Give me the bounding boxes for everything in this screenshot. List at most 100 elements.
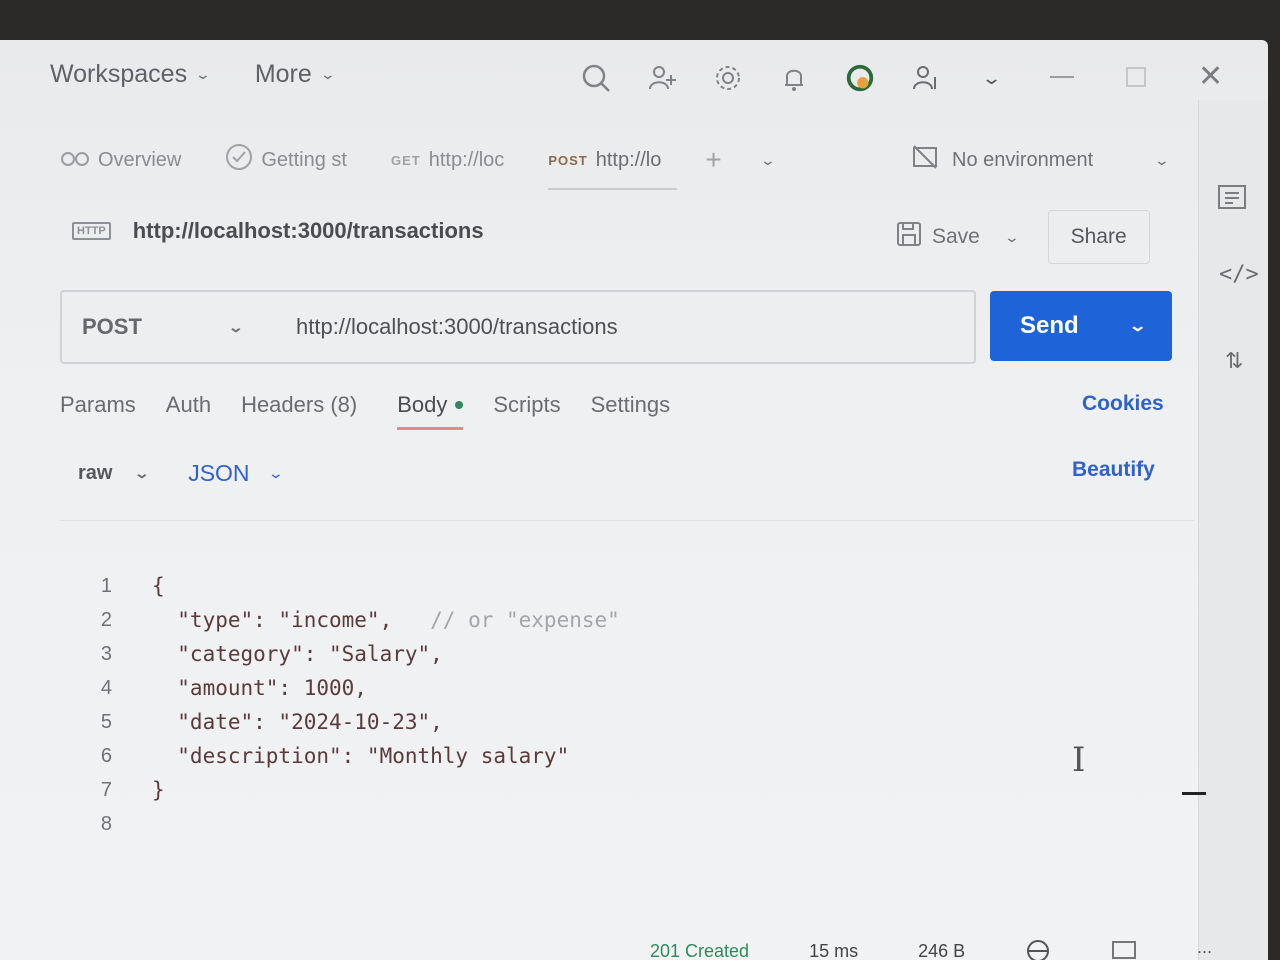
code-line: 2 "type": "income", // or "expense" bbox=[60, 603, 620, 637]
code-text: "type": "income", // or "expense" bbox=[152, 608, 620, 632]
invite-user-icon[interactable] bbox=[646, 62, 678, 94]
code-text: } bbox=[152, 778, 165, 802]
right-sidebar: </> ⇅ bbox=[1198, 100, 1268, 960]
line-number: 7 bbox=[100, 778, 112, 801]
code-line: 5 "date": "2024-10-23", bbox=[60, 705, 443, 739]
response-time: 15 ms bbox=[809, 941, 859, 960]
environment-label: No environment bbox=[952, 148, 1094, 171]
body-options: raw ⌄ JSON ⌄ bbox=[78, 460, 284, 487]
network-icon[interactable] bbox=[1025, 938, 1051, 960]
request-header: HTTP http://localhost:3000/transactions bbox=[72, 218, 484, 244]
line-number: 5 bbox=[100, 710, 112, 733]
tabs-overflow-chevron-icon[interactable]: ⌄ bbox=[759, 138, 775, 182]
tab-overview[interactable]: Overview bbox=[60, 138, 181, 182]
body-editor[interactable]: 1 { 2 "type": "income", // or "expense" … bbox=[60, 520, 1194, 960]
save-options-chevron-icon[interactable]: ⌄ bbox=[1004, 229, 1020, 246]
body-format-label: JSON bbox=[188, 460, 250, 486]
line-number: 1 bbox=[100, 574, 112, 597]
code-line: 3 "category": "Salary", bbox=[60, 637, 443, 671]
body-mode-select[interactable]: raw ⌄ bbox=[78, 462, 151, 485]
new-tab-button[interactable]: + bbox=[705, 138, 721, 182]
chevron-down-icon: ⌄ bbox=[194, 66, 212, 82]
http-icon: HTTP bbox=[72, 222, 111, 240]
tab-label: Scripts bbox=[493, 392, 561, 417]
line-number: 6 bbox=[100, 744, 112, 767]
environment-selector[interactable]: No environment ⌄ bbox=[912, 144, 1170, 176]
tab-getting-started[interactable]: Getting st bbox=[225, 138, 347, 182]
tab-label: http://lo bbox=[595, 148, 662, 171]
tab-scripts[interactable]: Scripts bbox=[493, 392, 560, 418]
tab-body[interactable]: Body bbox=[397, 392, 464, 430]
status-code: 201 Created bbox=[650, 941, 750, 960]
workspaces-menu[interactable]: Workspaces ⌄ bbox=[50, 60, 212, 89]
sync-icon[interactable] bbox=[844, 62, 876, 94]
tab-label: Settings bbox=[590, 392, 671, 417]
more-menu[interactable]: More ⌄ bbox=[255, 60, 336, 89]
tab-label: Overview bbox=[98, 148, 182, 171]
tab-get-request[interactable]: GET http://loc bbox=[391, 138, 504, 182]
close-icon[interactable]: ✕ bbox=[1198, 62, 1223, 92]
tab-params[interactable]: Params bbox=[60, 392, 136, 418]
method-label: POST bbox=[82, 314, 142, 339]
save-share-group: Save ⌄ Share bbox=[896, 210, 1150, 264]
gear-icon[interactable] bbox=[712, 62, 744, 94]
check-circle-icon bbox=[225, 143, 253, 177]
swap-icon[interactable]: ⇅ bbox=[1225, 348, 1243, 374]
maximize-icon[interactable] bbox=[1126, 67, 1146, 87]
send-button[interactable]: Send ⌄ bbox=[990, 291, 1172, 361]
more-options-icon[interactable]: ∙∙∙ bbox=[1197, 941, 1212, 960]
code-icon[interactable]: </> bbox=[1219, 262, 1259, 287]
postman-window: </> ⇅ Workspaces ⌄ More ⌄ ⌄ ✕ Overview G… bbox=[0, 40, 1268, 960]
chevron-down-icon: ⌄ bbox=[267, 465, 284, 481]
title-menu: Workspaces ⌄ More ⌄ bbox=[50, 60, 336, 89]
code-content: "category": "Salary", bbox=[152, 642, 443, 666]
body-mode-label: raw bbox=[78, 462, 113, 484]
chevron-down-icon: ⌄ bbox=[134, 465, 151, 481]
code-comment: // or "expense" bbox=[392, 608, 620, 632]
response-size: 246 B bbox=[918, 941, 966, 960]
code-text: "category": "Salary", bbox=[152, 642, 443, 666]
send-options-chevron-icon[interactable]: ⌄ bbox=[1128, 316, 1147, 336]
tab-post-request[interactable]: POST http://lo bbox=[548, 138, 678, 190]
line-number: 8 bbox=[100, 812, 112, 835]
save-button[interactable]: Save bbox=[896, 221, 980, 253]
request-subtabs: Params Auth Headers (8) Body Scripts Set… bbox=[60, 392, 671, 430]
cookies-link[interactable]: Cookies bbox=[1082, 392, 1164, 416]
share-button[interactable]: Share bbox=[1047, 210, 1150, 264]
code-content: "description": "Monthly salary" bbox=[152, 744, 570, 768]
body-format-select[interactable]: JSON ⌄ bbox=[188, 460, 284, 487]
docs-icon[interactable] bbox=[1217, 184, 1247, 217]
scroll-indicator[interactable] bbox=[1182, 792, 1206, 795]
tab-label: Params bbox=[60, 392, 136, 417]
method-select[interactable]: POST ⌄ bbox=[62, 314, 272, 340]
chevron-down-icon: ⌄ bbox=[227, 318, 245, 335]
body-indicator-dot bbox=[455, 401, 464, 409]
text-cursor-icon: I bbox=[1072, 740, 1086, 780]
minimize-icon[interactable] bbox=[1050, 76, 1074, 78]
chevron-down-icon[interactable]: ⌄ bbox=[976, 62, 1008, 94]
line-number: 3 bbox=[100, 642, 112, 665]
response-status: 201 Created 15 ms 246 B ∙∙∙ bbox=[650, 938, 1212, 960]
code-content: { bbox=[152, 574, 165, 598]
code-line: 7 } bbox=[60, 773, 165, 807]
tab-method: GET bbox=[390, 152, 421, 168]
tab-label: Body bbox=[397, 392, 448, 417]
save-response-icon[interactable] bbox=[1111, 938, 1137, 960]
tab-settings[interactable]: Settings bbox=[591, 392, 671, 418]
account-icon[interactable] bbox=[910, 62, 942, 94]
tab-label: Headers (8) bbox=[241, 392, 358, 417]
code-line: 6 "description": "Monthly salary" bbox=[60, 739, 569, 773]
tab-headers[interactable]: Headers (8) bbox=[241, 392, 357, 418]
window-controls: ✕ bbox=[1050, 62, 1223, 92]
no-environment-icon bbox=[912, 144, 938, 176]
request-title[interactable]: http://localhost:3000/transactions bbox=[133, 218, 484, 244]
url-input[interactable]: http://localhost:3000/transactions bbox=[272, 314, 618, 340]
search-icon[interactable] bbox=[580, 62, 612, 94]
tab-auth[interactable]: Auth bbox=[166, 392, 211, 418]
bell-icon[interactable] bbox=[778, 62, 810, 94]
send-label: Send bbox=[1020, 312, 1079, 339]
title-icons: ⌄ bbox=[580, 62, 1008, 94]
code-text: { bbox=[152, 574, 165, 598]
beautify-link[interactable]: Beautify bbox=[1072, 458, 1155, 482]
code-text: "date": "2024-10-23", bbox=[152, 710, 443, 734]
